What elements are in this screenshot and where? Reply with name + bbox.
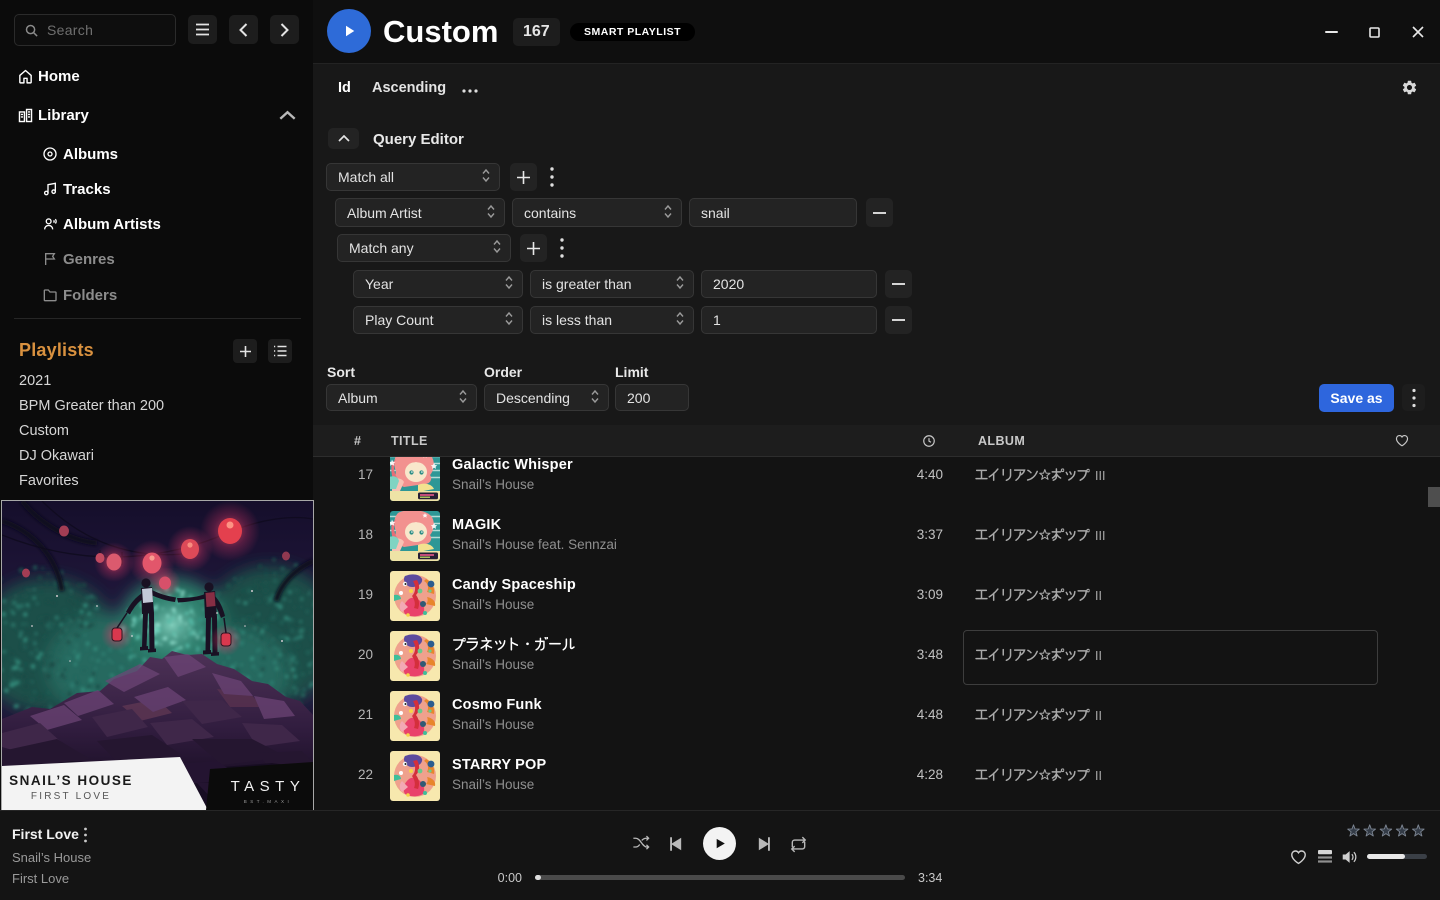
svg-text:BST.MAXI: BST.MAXI [244, 799, 293, 804]
svg-text:TASTY: TASTY [231, 778, 306, 795]
svg-text:SNAIL’S HOUSE: SNAIL’S HOUSE [9, 773, 133, 788]
svg-text:FIRST LOVE: FIRST LOVE [31, 791, 111, 802]
